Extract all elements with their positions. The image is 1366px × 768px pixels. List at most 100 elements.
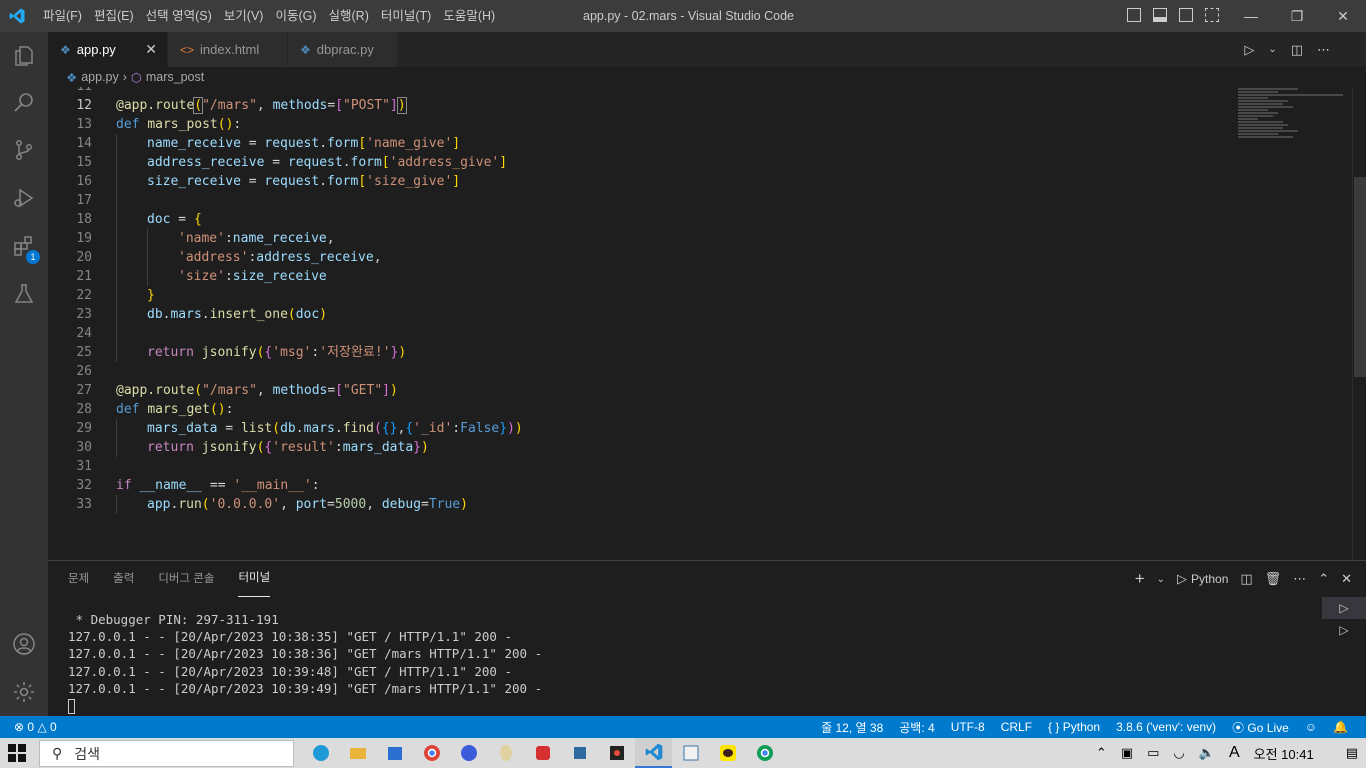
feedback-icon[interactable]: ☺: [1305, 720, 1317, 734]
taskbar-vscode-icon[interactable]: [635, 738, 672, 768]
split-editor-icon[interactable]: ◫: [1291, 42, 1303, 58]
maximize-panel-icon[interactable]: ⌃: [1318, 571, 1329, 587]
taskbar-chrome-icon[interactable]: [746, 738, 783, 768]
battery-icon[interactable]: ▭: [1147, 745, 1159, 761]
clock[interactable]: 오전 10:41: [1254, 744, 1314, 763]
taskbar-kakaotalk-icon[interactable]: [709, 738, 746, 768]
notification-center-icon[interactable]: ▤: [1346, 745, 1358, 761]
line-number: 13: [76, 117, 92, 132]
tab-index-html[interactable]: <> index.html: [168, 32, 288, 67]
terminal-icon: ▷: [1339, 623, 1349, 637]
terminal-instance[interactable]: ▷: [1322, 597, 1366, 619]
testing-button[interactable]: [0, 270, 48, 318]
taskbar-app-icon[interactable]: [487, 738, 524, 768]
tab-label: dbprac.py: [316, 42, 374, 57]
run-debug-button[interactable]: [0, 174, 48, 222]
close-panel-icon[interactable]: ✕: [1341, 571, 1352, 587]
menu-view[interactable]: 보기(V): [218, 0, 270, 32]
menu-run[interactable]: 실행(R): [323, 0, 375, 32]
breadcrumb-symbol[interactable]: mars_post: [146, 70, 204, 84]
menu-terminal[interactable]: 터미널(T): [375, 0, 437, 32]
taskbar-search[interactable]: ⚲ 검색: [39, 740, 294, 767]
tab-problems[interactable]: 문제: [68, 561, 89, 597]
tab-debug-console[interactable]: 디버그 콘솔: [158, 561, 214, 597]
code-editor[interactable]: 11 12 13 14 15 16 17 18 19 20 21 22 23 2…: [48, 87, 1366, 560]
code-line: doc = {: [116, 210, 523, 229]
notifications-icon[interactable]: 🔔: [1333, 720, 1348, 734]
terminal-instance[interactable]: ▷: [1322, 619, 1366, 641]
menu-edit[interactable]: 편집(E): [88, 0, 140, 32]
chevron-down-icon[interactable]: ⌄: [1157, 574, 1165, 585]
line-number: 16: [76, 174, 92, 189]
language-mode[interactable]: { } Python: [1048, 720, 1100, 734]
customize-layout-icon[interactable]: [1205, 8, 1219, 22]
more-actions-icon[interactable]: ⋯: [1317, 42, 1330, 58]
toggle-sidebar-icon[interactable]: [1127, 8, 1141, 22]
menu-file[interactable]: 파일(F): [37, 0, 88, 32]
taskbar-python-icon[interactable]: [672, 738, 709, 768]
taskbar-search-placeholder: 검색: [74, 745, 101, 762]
more-actions-icon[interactable]: ⋯: [1293, 571, 1306, 587]
taskbar-store-icon[interactable]: [376, 738, 413, 768]
close-window-button[interactable]: ✕: [1320, 0, 1366, 32]
taskbar-app-icon[interactable]: [524, 738, 561, 768]
indentation[interactable]: 공백: 4: [899, 719, 934, 736]
taskbar-app-icon[interactable]: [561, 738, 598, 768]
line-number: 20: [76, 250, 92, 265]
scrollbar-thumb[interactable]: [1354, 177, 1366, 377]
tray-app-icon[interactable]: ▣: [1121, 745, 1133, 761]
taskbar-app-icon[interactable]: [598, 738, 635, 768]
split-terminal-icon[interactable]: ◫: [1240, 571, 1252, 587]
terminal-output[interactable]: * Debugger PIN: 297-311-191 127.0.0.1 - …: [68, 611, 542, 714]
line-number: 33: [76, 497, 92, 512]
end-of-line[interactable]: CRLF: [1001, 720, 1032, 734]
minimize-button[interactable]: —: [1228, 0, 1274, 32]
problems-status[interactable]: ⊗ 0 △ 0: [14, 716, 57, 738]
taskbar-chrome-icon[interactable]: [413, 738, 450, 768]
explorer-button[interactable]: [0, 32, 48, 80]
new-terminal-icon[interactable]: +: [1135, 569, 1145, 589]
wifi-icon[interactable]: ◡: [1173, 745, 1184, 761]
source-control-button[interactable]: [0, 126, 48, 174]
taskbar-explorer-icon[interactable]: [339, 738, 376, 768]
tab-label: app.py: [76, 42, 116, 57]
terminal-shell-label[interactable]: Python: [1191, 572, 1228, 586]
code-line: [116, 191, 523, 210]
run-python-file-icon[interactable]: ▷: [1244, 42, 1254, 58]
windows-start-icon[interactable]: [8, 744, 26, 762]
go-live[interactable]: ⦿ Go Live: [1232, 719, 1289, 736]
editor-scrollbar[interactable]: [1352, 87, 1366, 560]
search-button[interactable]: [0, 78, 48, 126]
encoding[interactable]: UTF-8: [951, 720, 985, 734]
accounts-button[interactable]: [0, 620, 48, 668]
menu-selection[interactable]: 선택 영역(S): [140, 0, 218, 32]
chevron-up-icon[interactable]: ⌃: [1096, 745, 1107, 761]
taskbar-app-icon[interactable]: [450, 738, 487, 768]
tab-dbprac-py[interactable]: ❖ dbprac.py: [288, 32, 398, 67]
extensions-button[interactable]: 1: [0, 222, 48, 270]
trash-icon[interactable]: 🗑: [1265, 571, 1282, 587]
tab-output[interactable]: 출력: [113, 561, 134, 597]
toggle-panel-icon[interactable]: [1153, 8, 1167, 22]
toggle-secondary-sidebar-icon[interactable]: [1179, 8, 1193, 22]
breadcrumb-file[interactable]: app.py: [81, 70, 119, 84]
close-tab-icon[interactable]: ✕: [145, 41, 157, 58]
tab-app-py[interactable]: ❖ app.py ✕: [48, 32, 168, 67]
chevron-down-icon[interactable]: ⌄: [1268, 44, 1276, 55]
restore-button[interactable]: ❐: [1274, 0, 1320, 32]
terminal-line: 127.0.0.1 - - [20/Apr/2023 10:39:49] "GE…: [68, 680, 543, 696]
cursor-position[interactable]: 줄 12, 열 38: [821, 719, 883, 736]
menu-go[interactable]: 이동(G): [269, 0, 322, 32]
tab-terminal[interactable]: 터미널: [238, 561, 271, 597]
menu-help[interactable]: 도움말(H): [437, 0, 501, 32]
error-count: 0: [27, 720, 35, 734]
html-file-icon: <>: [180, 42, 195, 57]
ime-indicator[interactable]: A: [1229, 744, 1240, 762]
volume-icon[interactable]: 🔈: [1199, 745, 1215, 761]
minimap[interactable]: [1238, 87, 1348, 157]
taskbar-edge-icon[interactable]: [302, 738, 339, 768]
window-title: app.py - 02.mars - Visual Studio Code: [583, 9, 794, 23]
line-number: 31: [76, 459, 92, 474]
manage-button[interactable]: [0, 668, 48, 716]
python-interpreter[interactable]: 3.8.6 ('venv': venv): [1116, 720, 1216, 734]
